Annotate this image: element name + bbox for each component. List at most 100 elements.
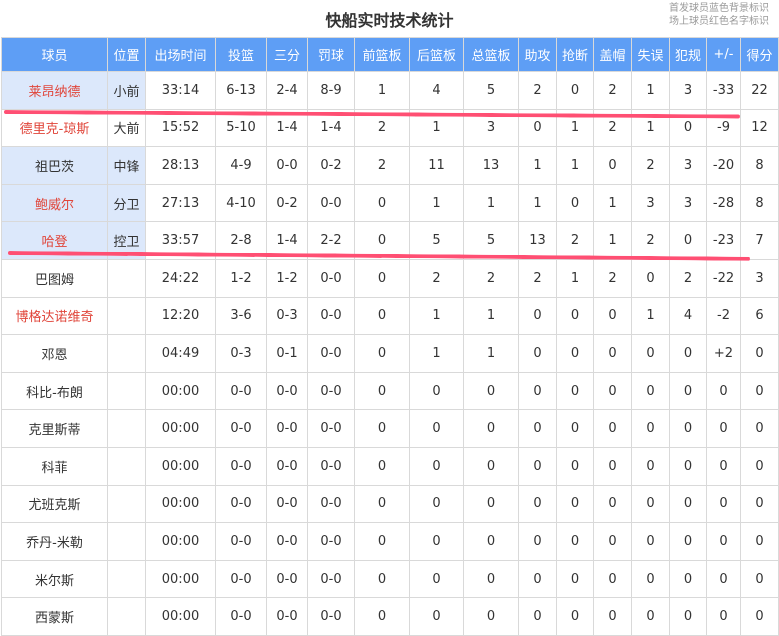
cell-pf: 0 — [669, 409, 707, 448]
cell-tov: 0 — [631, 522, 670, 561]
legend-starter: 首发球员蓝色背景标识 — [669, 3, 769, 14]
cell-oreb: 0 — [354, 446, 410, 486]
cell-pm: 0 — [706, 522, 741, 561]
cell-fg: 0-0 — [215, 597, 267, 636]
cell-pos: 中锋 — [107, 146, 146, 185]
cell-fg: 0-0 — [215, 409, 267, 448]
header: 快船实时技术统计 首发球员蓝色背景标识 场上球员红色名字标识 — [0, 0, 779, 37]
cell-fg: 6-13 — [215, 71, 267, 110]
cell-pos — [107, 446, 146, 486]
column-header-fg: 投篮 — [215, 37, 267, 72]
cell-pm: -23 — [706, 221, 741, 260]
cell-reb: 1 — [463, 183, 519, 223]
cell-tov: 0 — [631, 446, 670, 486]
cell-tp: 0-0 — [266, 559, 308, 599]
cell-stl: 0 — [556, 371, 594, 411]
cell-pf: 0 — [669, 597, 707, 636]
cell-ast: 0 — [518, 409, 557, 448]
cell-ft: 0-0 — [307, 484, 355, 524]
cell-ft: 0-0 — [307, 597, 355, 636]
cell-pf: 0 — [669, 446, 707, 486]
cell-oreb: 0 — [354, 409, 410, 448]
stats-table: 球员 位置 出场时间 投篮 三分 罚球 前篮板 后篮板 总篮板 助攻 抢断 盖帽 失误 犯规 +/- 得分 莱… — [1, 37, 779, 636]
table-row: 巴图姆 24:22 1-2 1-2 0-0 0 2 2 2 1 2 0 2 -22 3 — [1, 258, 779, 298]
cell-min: 00:00 — [145, 446, 216, 486]
cell-pts: 0 — [740, 484, 779, 524]
cell-blk: 0 — [593, 409, 632, 448]
cell-pos — [107, 334, 146, 373]
cell-fg: 0-0 — [215, 446, 267, 486]
column-header-reb: 总篮板 — [463, 37, 519, 72]
cell-min: 04:49 — [145, 334, 216, 373]
cell-name: 尤班克斯 — [1, 484, 108, 524]
cell-blk: 0 — [593, 597, 632, 636]
cell-oreb: 0 — [354, 296, 410, 336]
cell-dreb: 4 — [409, 71, 464, 110]
cell-min: 00:00 — [145, 559, 216, 599]
cell-dreb: 1 — [409, 334, 464, 373]
column-header-pm: +/- — [706, 37, 741, 72]
table-row: 莱昂纳德 小前 33:14 6-13 2-4 8-9 1 4 5 2 0 2 1 3 -33 22 — [1, 71, 779, 110]
cell-ft: 0-0 — [307, 258, 355, 298]
cell-ast: 0 — [518, 334, 557, 373]
cell-stl: 0 — [556, 183, 594, 223]
cell-min: 00:00 — [145, 409, 216, 448]
cell-ast: 0 — [518, 522, 557, 561]
column-header-blk: 盖帽 — [593, 37, 632, 72]
cell-ft: 0-0 — [307, 183, 355, 223]
column-header-ft: 罚球 — [307, 37, 355, 72]
legend: 首发球员蓝色背景标识 场上球员红色名字标识 — [669, 2, 769, 28]
cell-min: 00:00 — [145, 484, 216, 524]
cell-pf: 0 — [669, 559, 707, 599]
cell-dreb: 0 — [409, 446, 464, 486]
table-row: 米尔斯 00:00 0-0 0-0 0-0 0 0 0 0 0 0 0 0 0 0 — [1, 559, 779, 599]
cell-stl: 0 — [556, 296, 594, 336]
cell-tov: 0 — [631, 258, 670, 298]
cell-name: 莱昂纳德 — [1, 71, 108, 110]
cell-pts: 6 — [740, 296, 779, 336]
cell-ast: 0 — [518, 484, 557, 524]
cell-ast: 0 — [518, 446, 557, 486]
cell-reb: 0 — [463, 597, 519, 636]
cell-dreb: 11 — [409, 146, 464, 185]
table-row: 科比-布朗 00:00 0-0 0-0 0-0 0 0 0 0 0 0 0 0 0 0 — [1, 371, 779, 411]
cell-ft: 0-0 — [307, 559, 355, 599]
cell-tp: 0-3 — [266, 296, 308, 336]
cell-fg: 4-9 — [215, 146, 267, 185]
cell-stl: 0 — [556, 71, 594, 110]
cell-tov: 0 — [631, 409, 670, 448]
cell-ft: 0-0 — [307, 371, 355, 411]
cell-reb: 13 — [463, 146, 519, 185]
cell-name: 西蒙斯 — [1, 597, 108, 636]
cell-tov: 0 — [631, 371, 670, 411]
cell-reb: 0 — [463, 484, 519, 524]
column-header-min: 出场时间 — [145, 37, 216, 72]
cell-pm: -2 — [706, 296, 741, 336]
cell-pf: 0 — [669, 484, 707, 524]
cell-tp: 1-2 — [266, 258, 308, 298]
cell-name: 科菲 — [1, 446, 108, 486]
page-title: 快船实时技术统计 — [325, 11, 454, 30]
legend-oncourt: 场上球员红色名字标识 — [669, 16, 769, 27]
cell-oreb: 2 — [354, 146, 410, 185]
cell-dreb: 0 — [409, 597, 464, 636]
table-row: 鲍威尔 分卫 27:13 4-10 0-2 0-0 0 1 1 1 0 1 3 3 -28 8 — [1, 183, 779, 223]
cell-reb: 0 — [463, 446, 519, 486]
cell-pf: 0 — [669, 522, 707, 561]
cell-reb: 2 — [463, 258, 519, 298]
cell-blk: 0 — [593, 522, 632, 561]
cell-name: 祖巴茨 — [1, 146, 108, 185]
cell-fg: 3-6 — [215, 296, 267, 336]
cell-reb: 0 — [463, 371, 519, 411]
cell-min: 00:00 — [145, 597, 216, 636]
cell-pts: 0 — [740, 446, 779, 486]
column-header-pts: 得分 — [740, 37, 779, 72]
cell-pm: 0 — [706, 446, 741, 486]
cell-oreb: 0 — [354, 183, 410, 223]
cell-pts: 0 — [740, 559, 779, 599]
cell-dreb: 0 — [409, 371, 464, 411]
cell-pf: 0 — [669, 221, 707, 260]
cell-dreb: 1 — [409, 296, 464, 336]
column-header-dreb: 后篮板 — [409, 37, 464, 72]
cell-pm: 0 — [706, 597, 741, 636]
